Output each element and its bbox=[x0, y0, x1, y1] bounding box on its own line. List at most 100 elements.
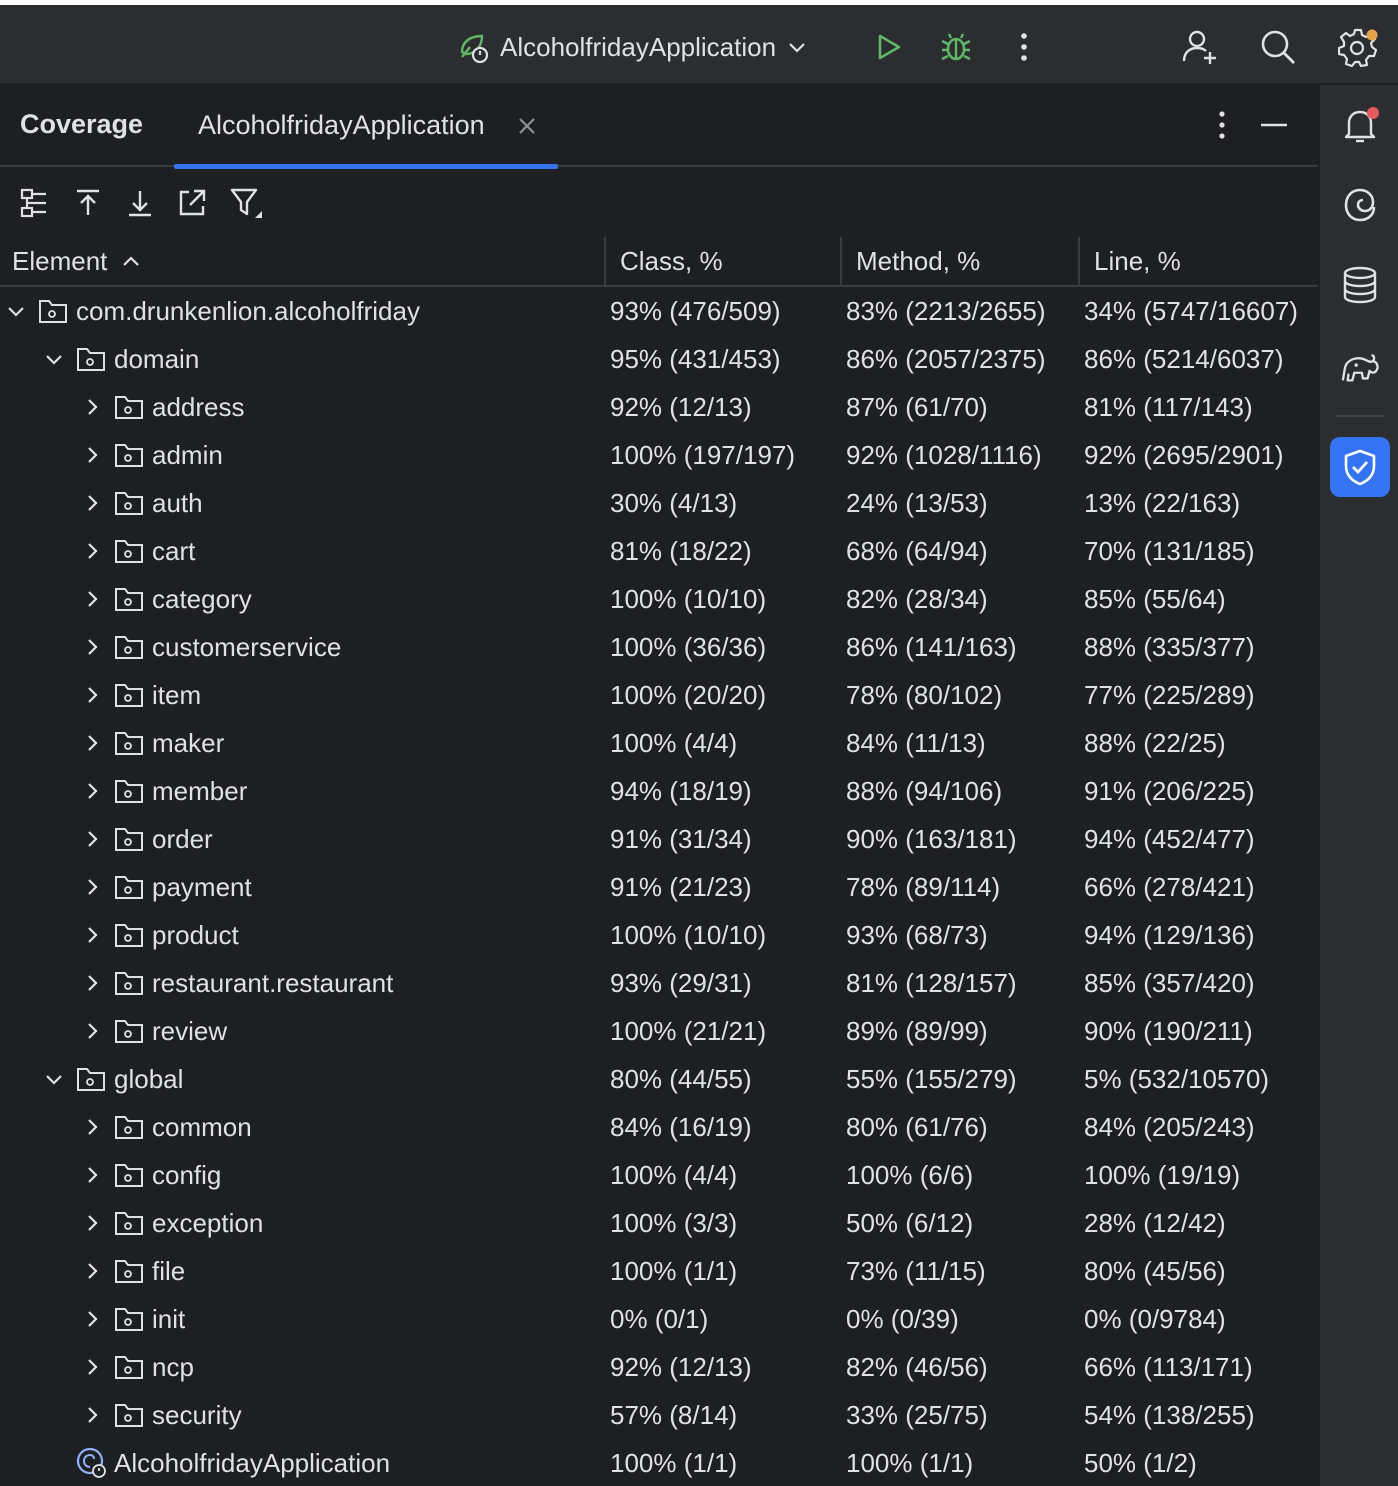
table-row[interactable]: review 100% (21/21) 89% (89/99) 90% (190/21… bbox=[0, 1007, 1318, 1055]
chevron-right-icon[interactable] bbox=[80, 1355, 104, 1379]
table-row[interactable]: auth 30% (4/13) 24% (13/53) 13% (22/163) bbox=[0, 479, 1318, 527]
table-row[interactable]: exception 100% (3/3) 50% (6/12) 28% (12/42) bbox=[0, 1199, 1318, 1247]
table-row[interactable]: customerservice 100% (36/36) 86% (141/163)… bbox=[0, 623, 1318, 671]
close-icon[interactable] bbox=[514, 113, 540, 139]
filter-icon[interactable] bbox=[228, 185, 264, 221]
run-icon[interactable] bbox=[868, 27, 908, 67]
more-vertical-icon[interactable] bbox=[1204, 107, 1240, 143]
column-separator[interactable] bbox=[604, 237, 606, 285]
line-coverage-value: 92% (2695/2901) bbox=[1084, 440, 1284, 470]
table-row[interactable]: file 100% (1/1) 73% (11/15) 80% (45/56) bbox=[0, 1247, 1318, 1295]
chevron-down-icon[interactable] bbox=[42, 347, 66, 371]
chevron-down-icon[interactable] bbox=[42, 1067, 66, 1091]
table-row[interactable]: category 100% (10/10) 82% (28/34) 85% (55/6… bbox=[0, 575, 1318, 623]
database-icon[interactable] bbox=[1340, 265, 1380, 305]
column-header-class[interactable]: Class, % bbox=[620, 237, 723, 285]
method-coverage-value: 87% (61/70) bbox=[846, 392, 988, 422]
table-row[interactable]: global 80% (44/55) 55% (155/279) 5% (532/10… bbox=[0, 1055, 1318, 1103]
chevron-right-icon[interactable] bbox=[80, 587, 104, 611]
table-row[interactable]: com.drunkenlion.alcoholfriday 93% (476/50… bbox=[0, 287, 1318, 335]
column-header-element[interactable]: Element bbox=[12, 237, 141, 285]
chevron-right-icon[interactable] bbox=[80, 539, 104, 563]
chevron-right-icon[interactable] bbox=[80, 1163, 104, 1187]
open-in-browser-icon[interactable] bbox=[174, 185, 210, 221]
line-coverage-value: 0% (0/9784) bbox=[1084, 1304, 1226, 1334]
chevron-right-icon[interactable] bbox=[80, 635, 104, 659]
chevron-right-icon[interactable] bbox=[80, 1307, 104, 1331]
minimize-icon[interactable] bbox=[1256, 107, 1292, 143]
chevron-right-icon[interactable] bbox=[80, 683, 104, 707]
table-row[interactable]: init 0% (0/1) 0% (0/39) 0% (0/9784) bbox=[0, 1295, 1318, 1343]
chevron-right-icon[interactable] bbox=[80, 1403, 104, 1427]
table-row[interactable]: order 91% (31/34) 90% (163/181) 94% (452/47… bbox=[0, 815, 1318, 863]
column-header-line[interactable]: Line, % bbox=[1094, 237, 1181, 285]
settings-icon[interactable] bbox=[1338, 27, 1378, 67]
table-row[interactable]: item 100% (20/20) 78% (80/102) 77% (225/289… bbox=[0, 671, 1318, 719]
line-coverage-value: 50% (1/2) bbox=[1084, 1448, 1197, 1478]
table-row[interactable]: domain 95% (431/453) 86% (2057/2375) 86% (5… bbox=[0, 335, 1318, 383]
import-report-icon[interactable] bbox=[70, 185, 106, 221]
table-row[interactable]: payment 91% (21/23) 78% (89/114) 66% (278/4… bbox=[0, 863, 1318, 911]
chevron-right-icon[interactable] bbox=[80, 779, 104, 803]
tool-window-title: Coverage bbox=[20, 109, 144, 139]
chevron-right-icon[interactable] bbox=[80, 923, 104, 947]
chevron-right-icon[interactable] bbox=[80, 971, 104, 995]
element-name: init bbox=[152, 1304, 186, 1334]
table-row[interactable]: AlcoholfridayApplication 100% (1/1) 100% (… bbox=[0, 1439, 1318, 1486]
table-row[interactable]: restaurant.restaurant 93% (29/31) 81% (128… bbox=[0, 959, 1318, 1007]
table-row[interactable]: product 100% (10/10) 93% (68/73) 94% (129/1… bbox=[0, 911, 1318, 959]
column-separator[interactable] bbox=[840, 237, 842, 285]
chevron-right-icon[interactable] bbox=[80, 395, 104, 419]
chevron-right-icon[interactable] bbox=[80, 491, 104, 515]
run-configuration-selector[interactable]: AlcoholfridayApplication bbox=[456, 27, 808, 67]
chevron-down-icon[interactable] bbox=[4, 299, 28, 323]
line-coverage-value: 91% (206/225) bbox=[1084, 776, 1255, 806]
table-row[interactable]: admin 100% (197/197) 92% (1028/1116) 92% (2… bbox=[0, 431, 1318, 479]
notifications-icon[interactable] bbox=[1340, 105, 1380, 145]
method-coverage-value: 82% (46/56) bbox=[846, 1352, 988, 1382]
stripe-separator bbox=[1336, 415, 1384, 417]
table-row[interactable]: common 84% (16/19) 80% (61/76) 84% (205/243… bbox=[0, 1103, 1318, 1151]
element-name: com.drunkenlion.alcoholfriday bbox=[76, 296, 420, 326]
class-coverage-value: 93% (29/31) bbox=[610, 968, 752, 998]
chevron-right-icon[interactable] bbox=[80, 1115, 104, 1139]
package-folder-icon bbox=[76, 1065, 106, 1093]
chevron-down-icon[interactable] bbox=[786, 36, 808, 58]
package-folder-icon bbox=[114, 777, 144, 805]
column-separator[interactable] bbox=[1078, 237, 1080, 285]
table-row[interactable]: cart 81% (18/22) 68% (64/94) 70% (131/185) bbox=[0, 527, 1318, 575]
coverage-shield-icon[interactable] bbox=[1330, 437, 1390, 497]
search-icon[interactable] bbox=[1258, 27, 1298, 67]
table-row[interactable]: member 94% (18/19) 88% (94/106) 91% (206/22… bbox=[0, 767, 1318, 815]
export-report-icon[interactable] bbox=[122, 185, 158, 221]
table-row[interactable]: maker 100% (4/4) 84% (11/13) 88% (22/25) bbox=[0, 719, 1318, 767]
chevron-right-icon[interactable] bbox=[80, 443, 104, 467]
chevron-right-icon[interactable] bbox=[80, 731, 104, 755]
table-row[interactable]: address 92% (12/13) 87% (61/70) 81% (117/14… bbox=[0, 383, 1318, 431]
table-row[interactable]: ncp 92% (12/13) 82% (46/56) 66% (113/171) bbox=[0, 1343, 1318, 1391]
line-coverage-value: 5% (532/10570) bbox=[1084, 1064, 1270, 1094]
class-coverage-value: 93% (476/509) bbox=[610, 296, 781, 326]
package-folder-icon bbox=[114, 921, 144, 949]
class-coverage-value: 100% (10/10) bbox=[610, 920, 767, 950]
ai-assistant-icon[interactable] bbox=[1340, 185, 1380, 225]
class-coverage-value: 84% (16/19) bbox=[610, 1112, 752, 1142]
debug-icon[interactable] bbox=[936, 27, 976, 67]
chevron-right-icon[interactable] bbox=[80, 1211, 104, 1235]
package-folder-icon bbox=[114, 729, 144, 757]
chevron-right-icon[interactable] bbox=[80, 827, 104, 851]
add-user-icon[interactable] bbox=[1180, 27, 1220, 67]
flatten-packages-icon[interactable] bbox=[16, 185, 52, 221]
table-row[interactable]: config 100% (4/4) 100% (6/6) 100% (19/19) bbox=[0, 1151, 1318, 1199]
chevron-right-icon[interactable] bbox=[80, 1259, 104, 1283]
more-vertical-icon[interactable] bbox=[1004, 27, 1044, 67]
chevron-right-icon[interactable] bbox=[80, 875, 104, 899]
tab-alcoholfriday-application[interactable]: AlcoholfridayApplication bbox=[174, 85, 558, 169]
chevron-right-icon[interactable] bbox=[80, 1019, 104, 1043]
element-name: payment bbox=[152, 872, 252, 902]
gradle-elephant-icon[interactable] bbox=[1340, 347, 1380, 387]
method-coverage-value: 90% (163/181) bbox=[846, 824, 1017, 854]
line-coverage-value: 94% (452/477) bbox=[1084, 824, 1255, 854]
table-row[interactable]: security 57% (8/14) 33% (25/75) 54% (138/25… bbox=[0, 1391, 1318, 1439]
column-header-method[interactable]: Method, % bbox=[856, 237, 980, 285]
